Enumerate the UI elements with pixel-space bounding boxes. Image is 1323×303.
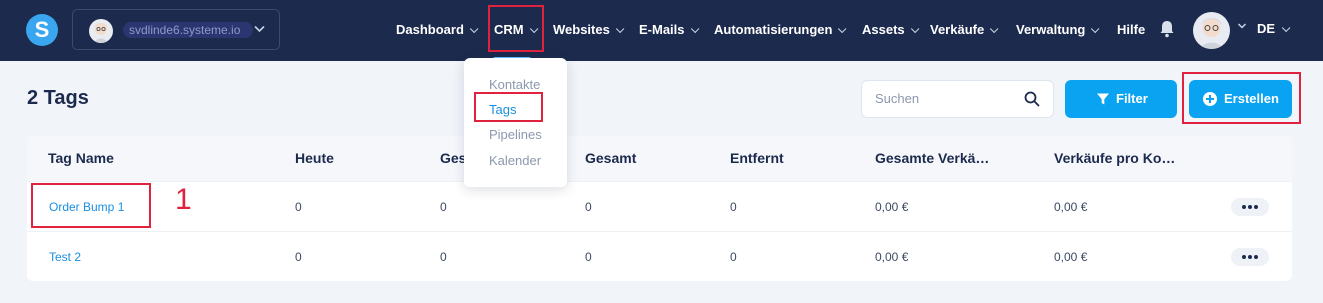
- cell-verkaeufe-pro-kontakt: 0,00 €: [1054, 250, 1088, 264]
- more-dots-icon: [1242, 205, 1246, 209]
- crm-dropdown-menu: Kontakte Tags Pipelines Kalender: [464, 58, 567, 187]
- nav-verkaeufe-label: Verkäufe: [930, 22, 985, 37]
- nav-automatisierungen-label: Automatisierungen: [714, 22, 833, 37]
- chevron-down-icon[interactable]: [1237, 21, 1247, 31]
- step-annotation-number: 1: [175, 183, 192, 216]
- chevron-down-icon: [690, 24, 699, 34]
- table-header: Tag Name Heute Gestern Gesamt Entfernt G…: [27, 136, 1292, 181]
- cell-entfernt: 0: [730, 200, 737, 214]
- user-avatar[interactable]: [1193, 12, 1230, 49]
- more-dots-icon: [1254, 205, 1258, 209]
- table-row: Test 2 0 0 0 0 0,00 € 0,00 €: [27, 231, 1292, 281]
- account-name: svdlinde6.systeme.io: [123, 22, 253, 38]
- table-row: Order Bump 1 0 0 0 0 0,00 € 0,00 €: [27, 181, 1292, 231]
- nav-websites-label: Websites: [553, 22, 610, 37]
- nav-websites[interactable]: Websites: [553, 21, 625, 39]
- nav-verkaeufe[interactable]: Verkäufe: [930, 21, 999, 39]
- systeme-logo[interactable]: S: [26, 14, 58, 46]
- menu-item-kalender[interactable]: Kalender: [489, 153, 541, 168]
- more-dots-icon: [1242, 255, 1246, 259]
- cell-gesamte-verkaeufe: 0,00 €: [875, 200, 909, 214]
- bell-icon[interactable]: [1159, 20, 1175, 38]
- nav-assets[interactable]: Assets: [862, 21, 920, 39]
- menu-item-kontakte[interactable]: Kontakte: [489, 77, 540, 92]
- column-header-entfernt[interactable]: Entfernt: [730, 150, 784, 166]
- cell-entfernt: 0: [730, 250, 737, 264]
- more-dots-icon: [1248, 255, 1252, 259]
- chevron-down-icon: [1281, 23, 1291, 33]
- column-header-gesamte-verkaeufe[interactable]: Gesamte Verkä…: [875, 150, 989, 166]
- cell-gestern: 0: [440, 200, 447, 214]
- column-header-heute[interactable]: Heute: [295, 150, 334, 166]
- chevron-down-icon: [469, 24, 479, 34]
- tags-table: Tag Name Heute Gestern Gesamt Entfernt G…: [27, 136, 1292, 281]
- page-title: 2 Tags: [27, 87, 89, 109]
- create-highlight-box: [1182, 72, 1301, 124]
- cell-gestern: 0: [440, 250, 447, 264]
- crm-highlight-box: [488, 5, 544, 52]
- tag-name-link[interactable]: Test 2: [49, 250, 81, 264]
- nav-assets-label: Assets: [862, 22, 905, 37]
- chevron-down-icon: [615, 24, 625, 34]
- cell-heute: 0: [295, 250, 302, 264]
- nav-verwaltung[interactable]: Verwaltung: [1016, 21, 1100, 39]
- nav-automatisierungen[interactable]: Automatisierungen: [714, 21, 847, 39]
- cell-verkaeufe-pro-kontakt: 0,00 €: [1054, 200, 1088, 214]
- filter-icon: [1097, 93, 1109, 105]
- nav-verwaltung-label: Verwaltung: [1016, 22, 1086, 37]
- row-actions-button[interactable]: [1231, 198, 1269, 216]
- column-header-gesamt[interactable]: Gesamt: [585, 150, 636, 166]
- filter-button-label: Filter: [1116, 91, 1148, 106]
- search-input[interactable]: [875, 91, 1015, 106]
- nav-dashboard[interactable]: Dashboard: [396, 21, 479, 39]
- nav-hilfe-label: Hilfe: [1117, 22, 1146, 37]
- nav-emails[interactable]: E-Mails: [639, 21, 699, 39]
- language-label: DE: [1257, 21, 1276, 36]
- account-switcher[interactable]: svdlinde6.systeme.io: [72, 9, 280, 50]
- nav-emails-label: E-Mails: [639, 22, 685, 37]
- nav-hilfe[interactable]: Hilfe: [1117, 21, 1145, 39]
- chevron-down-icon: [1091, 24, 1100, 34]
- search-field[interactable]: [861, 80, 1054, 118]
- column-header-tag-name[interactable]: Tag Name: [48, 150, 114, 166]
- more-dots-icon: [1248, 205, 1252, 209]
- account-avatar: [89, 19, 113, 43]
- search-icon[interactable]: [1024, 91, 1040, 107]
- column-header-verkaeufe-pro-kontakt[interactable]: Verkäufe pro Ko…: [1054, 150, 1175, 166]
- chevron-down-icon: [910, 24, 920, 34]
- menu-item-pipelines[interactable]: Pipelines: [489, 127, 542, 142]
- cell-heute: 0: [295, 200, 302, 214]
- more-dots-icon: [1254, 255, 1258, 259]
- chevron-down-icon: [254, 25, 265, 33]
- language-switcher[interactable]: DE: [1257, 21, 1291, 36]
- cell-gesamte-verkaeufe: 0,00 €: [875, 250, 909, 264]
- cell-gesamt: 0: [585, 200, 592, 214]
- cell-gesamt: 0: [585, 250, 592, 264]
- chevron-down-icon: [838, 24, 847, 34]
- order-bump-highlight-box: [31, 183, 151, 228]
- nav-dashboard-label: Dashboard: [396, 22, 464, 37]
- chevron-down-icon: [990, 24, 999, 34]
- filter-button[interactable]: Filter: [1065, 80, 1177, 118]
- tags-highlight-box: [474, 92, 543, 122]
- row-actions-button[interactable]: [1231, 248, 1269, 266]
- top-navigation-bar: S svdlinde6.systeme.io Dashboard CRM Web…: [0, 0, 1323, 61]
